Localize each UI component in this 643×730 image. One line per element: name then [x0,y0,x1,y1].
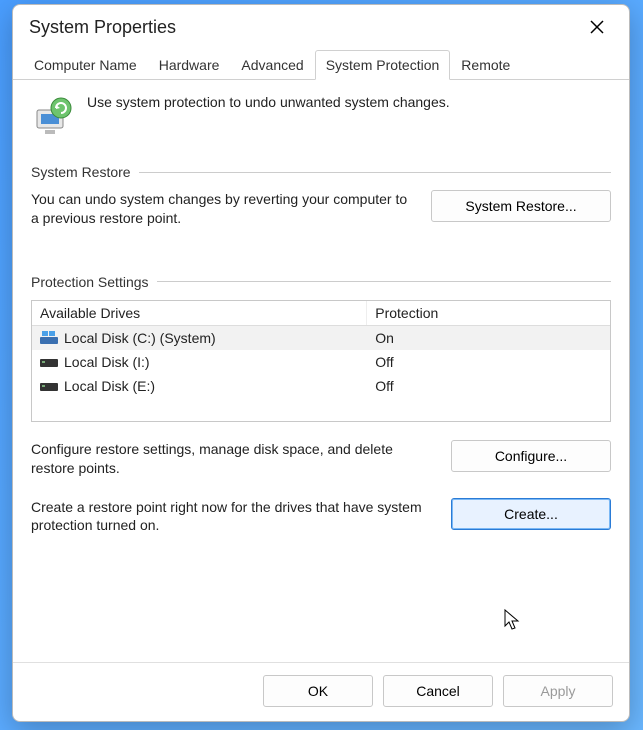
create-row: Create a restore point right now for the… [31,498,611,536]
col-header-drives[interactable]: Available Drives [32,301,367,325]
create-button[interactable]: Create... [451,498,611,530]
drive-protection: On [367,328,610,348]
tab-system-protection[interactable]: System Protection [315,50,451,80]
section-protection-settings: Protection Settings [31,274,611,290]
drive-name: Local Disk (C:) (System) [64,330,216,346]
tab-hardware[interactable]: Hardware [148,50,231,80]
close-icon [590,20,604,34]
tab-content: Use system protection to undo unwanted s… [13,80,629,662]
tab-advanced[interactable]: Advanced [230,50,314,80]
drive-protection: Off [367,376,610,396]
configure-description: Configure restore settings, manage disk … [31,440,437,478]
table-row[interactable]: Local Disk (C:) (System) On [32,326,610,350]
system-restore-button[interactable]: System Restore... [431,190,611,222]
drive-icon [40,355,58,369]
section-title-label: System Restore [31,164,131,180]
dialog-footer: OK Cancel Apply [13,662,629,721]
drive-name: Local Disk (I:) [64,354,150,370]
table-row[interactable]: Local Disk (I:) Off [32,350,610,374]
system-properties-dialog: System Properties Computer Name Hardware… [12,4,630,722]
divider [157,281,611,282]
titlebar: System Properties [13,5,629,45]
drive-name: Local Disk (E:) [64,378,155,394]
tab-computer-name[interactable]: Computer Name [23,50,148,80]
create-description: Create a restore point right now for the… [31,498,437,536]
close-button[interactable] [581,11,613,43]
system-protection-icon [31,94,75,138]
intro-text: Use system protection to undo unwanted s… [87,94,450,110]
restore-description: You can undo system changes by reverting… [31,190,417,228]
configure-button[interactable]: Configure... [451,440,611,472]
section-title-label: Protection Settings [31,274,149,290]
cancel-button[interactable]: Cancel [383,675,493,707]
col-header-protection[interactable]: Protection [367,301,610,325]
ok-button[interactable]: OK [263,675,373,707]
restore-row: You can undo system changes by reverting… [31,190,611,228]
drive-system-icon [40,331,58,345]
section-system-restore: System Restore [31,164,611,180]
configure-row: Configure restore settings, manage disk … [31,440,611,478]
table-header: Available Drives Protection [32,301,610,326]
tab-strip: Computer Name Hardware Advanced System P… [13,49,629,80]
intro-row: Use system protection to undo unwanted s… [31,94,611,138]
table-row[interactable]: Local Disk (E:) Off [32,374,610,398]
tab-remote[interactable]: Remote [450,50,521,80]
drive-protection: Off [367,352,610,372]
window-title: System Properties [29,17,176,38]
apply-button: Apply [503,675,613,707]
drive-icon [40,379,58,393]
drives-table: Available Drives Protection Local Disk (… [31,300,611,422]
divider [139,172,611,173]
